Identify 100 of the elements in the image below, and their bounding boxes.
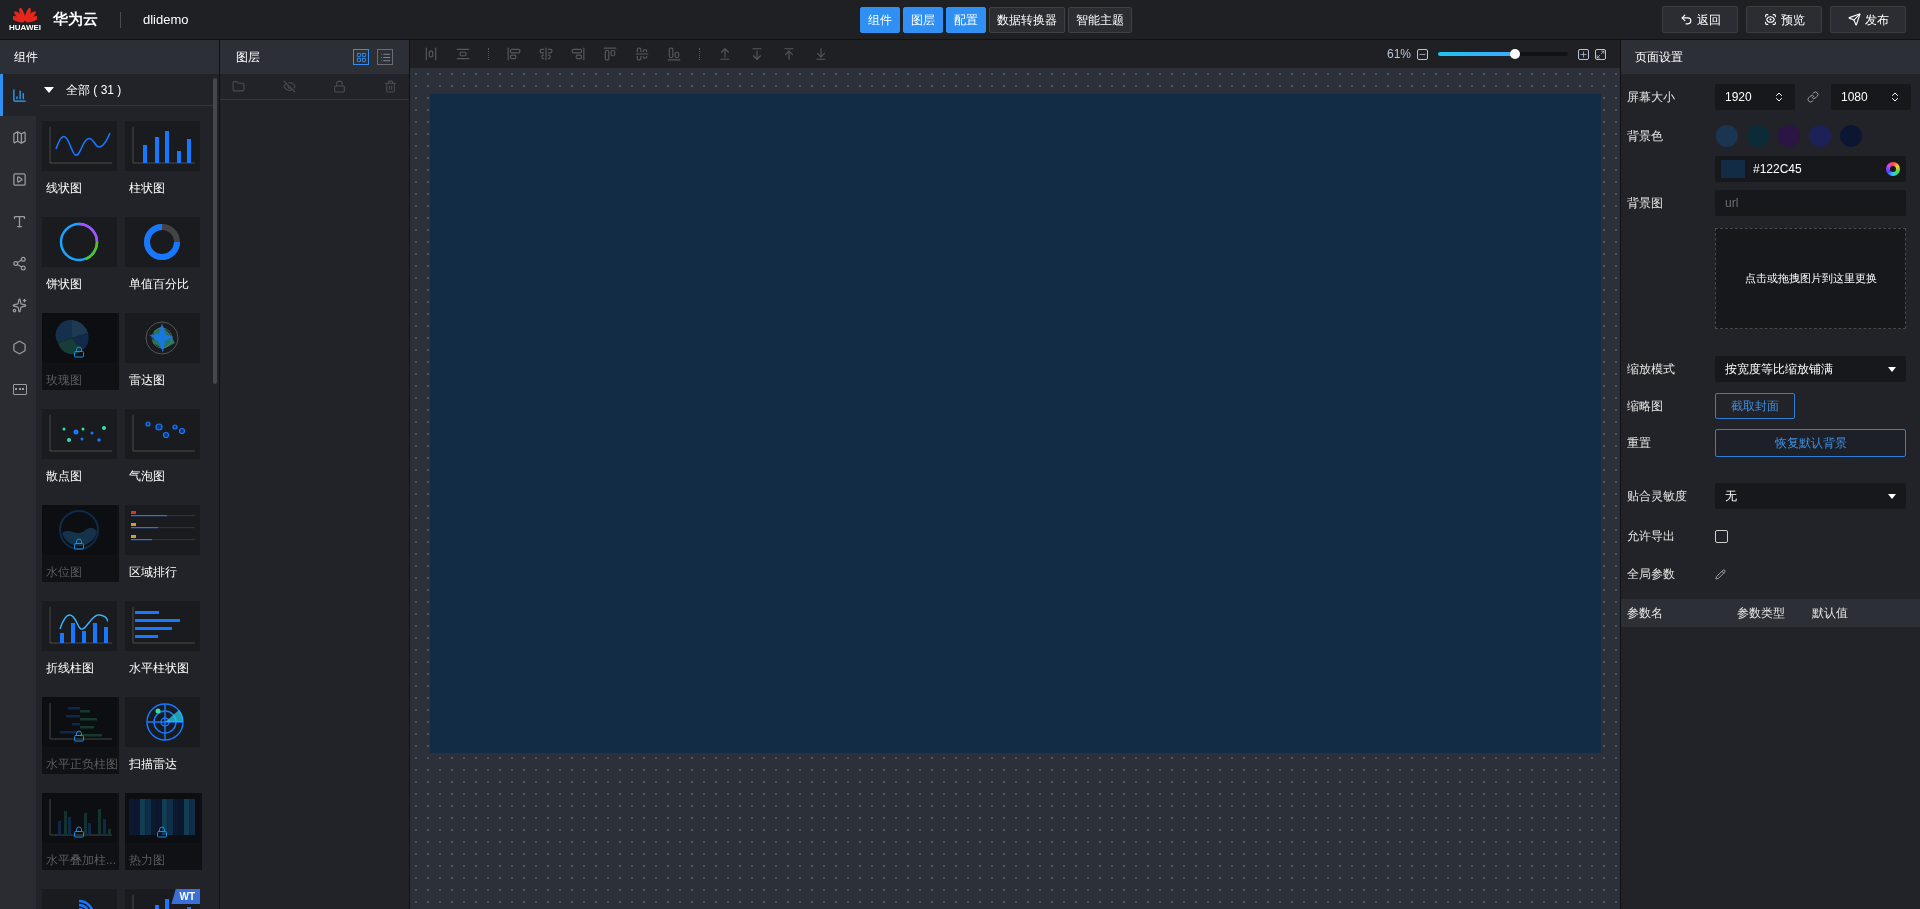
link-icon[interactable] [1807, 90, 1819, 103]
color-value: #122C45 [1753, 161, 1802, 178]
bring-forward-icon[interactable] [718, 47, 732, 61]
list-view-button[interactable] [377, 49, 393, 65]
chart-thumbnail[interactable] [125, 409, 200, 459]
zoom-slider[interactable] [1438, 48, 1568, 60]
column-header: 默认值 [1812, 605, 1849, 622]
color-swatch[interactable] [1778, 125, 1800, 147]
lock-icon [73, 346, 85, 358]
dropzone-hint: 点击或拖拽图片到这里更换 [1744, 271, 1877, 287]
align-right-icon[interactable] [571, 47, 585, 61]
distribute-vertical-icon[interactable] [456, 47, 470, 61]
field-label: 贴合灵敏度 [1627, 488, 1688, 505]
chart-thumbnail[interactable] [42, 409, 117, 459]
corner-badge: WT [171, 889, 200, 904]
export-checkbox[interactable] [1715, 529, 1728, 543]
column-header: 参数类型 [1737, 605, 1786, 622]
distribute-horizontal-icon[interactable] [424, 47, 438, 61]
component-name: 雷达图 [129, 372, 166, 389]
panel-title: 图层 [236, 49, 260, 66]
zoom-reading: 61% [1386, 46, 1411, 63]
url-input[interactable]: url [1715, 190, 1906, 216]
app-title: 华为云 [53, 9, 98, 30]
caret-icon[interactable] [44, 86, 54, 93]
scale-mode-select[interactable]: 按宽度等比缩放铺满 [1715, 356, 1906, 382]
slider-thumb[interactable] [1509, 49, 1520, 59]
chart-thumbnail[interactable] [42, 601, 117, 651]
group-label[interactable]: 全部 ( 31 ) [66, 80, 122, 99]
toolbar-button[interactable]: 预览 [1746, 6, 1822, 33]
height-stepper[interactable]: 1080 [1831, 83, 1911, 110]
field-label: 背景图 [1627, 195, 1664, 212]
field-label: 允许导出 [1627, 528, 1676, 545]
up-down-arrows-icon[interactable] [1773, 90, 1785, 103]
align-left-icon[interactable] [507, 47, 521, 61]
image-dropzone[interactable]: 点击或拖拽图片到这里更换 [1715, 228, 1906, 329]
panel-title: 组件 [14, 49, 38, 66]
panel-toggle[interactable]: 数据转换器 [989, 7, 1065, 33]
chart-thumbnail[interactable] [125, 313, 200, 363]
lock-icon [73, 730, 85, 742]
toolbar-button[interactable]: 发布 [1830, 6, 1906, 33]
bar-chart-icon [12, 87, 27, 103]
color-swatch[interactable] [1716, 125, 1738, 147]
edit-icon[interactable] [1715, 568, 1726, 580]
column-header: 参数名 [1627, 605, 1664, 622]
chart-thumbnail[interactable] [42, 121, 117, 171]
text-icon [12, 213, 27, 229]
scrollbar[interactable] [213, 78, 217, 384]
component-name: 折线柱图 [46, 660, 95, 677]
send-icon [1847, 13, 1861, 26]
restore-background-button[interactable]: 恢复默认背景 [1715, 429, 1906, 457]
chart-thumbnail[interactable] [42, 217, 117, 267]
bring-to-front-icon[interactable] [782, 47, 796, 61]
back-arrow-icon [1679, 13, 1693, 26]
lock-icon [156, 826, 168, 838]
zoom-in-icon[interactable] [1578, 48, 1589, 60]
component-name: 区域排行 [129, 564, 178, 581]
chart-thumbnail[interactable] [125, 697, 200, 747]
component-name: 水位图 [46, 564, 83, 581]
component-name: 散点图 [46, 468, 83, 485]
color-swatch[interactable] [1809, 125, 1831, 147]
field-label: 重置 [1627, 435, 1652, 452]
chart-thumbnail[interactable] [125, 121, 200, 171]
chart-thumbnail[interactable] [125, 217, 200, 267]
field-label: 缩略图 [1627, 398, 1664, 415]
play-icon [12, 171, 27, 187]
component-name: 热力图 [129, 852, 166, 869]
capture-cover-button[interactable]: 截取封面 [1715, 393, 1795, 419]
chart-thumbnail[interactable]: WT [125, 889, 200, 909]
align-middle-icon[interactable] [635, 47, 649, 61]
category-tab[interactable] [0, 74, 36, 116]
snap-select[interactable]: 无 [1715, 483, 1906, 509]
component-name: 扫描雷达 [129, 756, 178, 773]
more-icon [12, 383, 27, 395]
grid-view-button[interactable] [353, 49, 369, 65]
align-bottom-icon[interactable] [667, 47, 681, 61]
fit-screen-icon[interactable] [1595, 48, 1606, 60]
color-input[interactable]: #122C45 [1715, 156, 1906, 182]
send-to-back-icon[interactable] [814, 47, 828, 61]
align-center-icon[interactable] [539, 47, 553, 61]
width-stepper[interactable]: 1920 [1715, 83, 1795, 110]
up-down-arrows-icon[interactable] [1889, 90, 1901, 103]
color-wheel-icon[interactable] [1886, 162, 1900, 176]
chart-thumbnail[interactable] [125, 601, 200, 651]
color-swatch[interactable] [1840, 125, 1862, 147]
component-name: 玫瑰图 [46, 372, 83, 389]
field-label: 屏幕大小 [1627, 88, 1676, 106]
panel-toggle[interactable]: 智能主题 [1068, 7, 1132, 33]
petal-logo-icon [13, 7, 37, 23]
field-label: 全局参数 [1627, 566, 1676, 583]
align-top-icon[interactable] [603, 47, 617, 61]
sparkle-icon [12, 297, 27, 313]
component-name: 柱状图 [129, 180, 166, 197]
chart-thumbnail[interactable] [125, 505, 200, 555]
project-name: dlidemo [143, 10, 189, 29]
zoom-out-icon[interactable] [1417, 48, 1428, 60]
toolbar-button[interactable]: 返回 [1662, 6, 1738, 33]
send-backward-icon[interactable] [750, 47, 764, 61]
brand-wordmark: HUAWEI [9, 24, 41, 32]
color-swatch[interactable] [1747, 125, 1769, 147]
caret-icon [1888, 493, 1896, 499]
